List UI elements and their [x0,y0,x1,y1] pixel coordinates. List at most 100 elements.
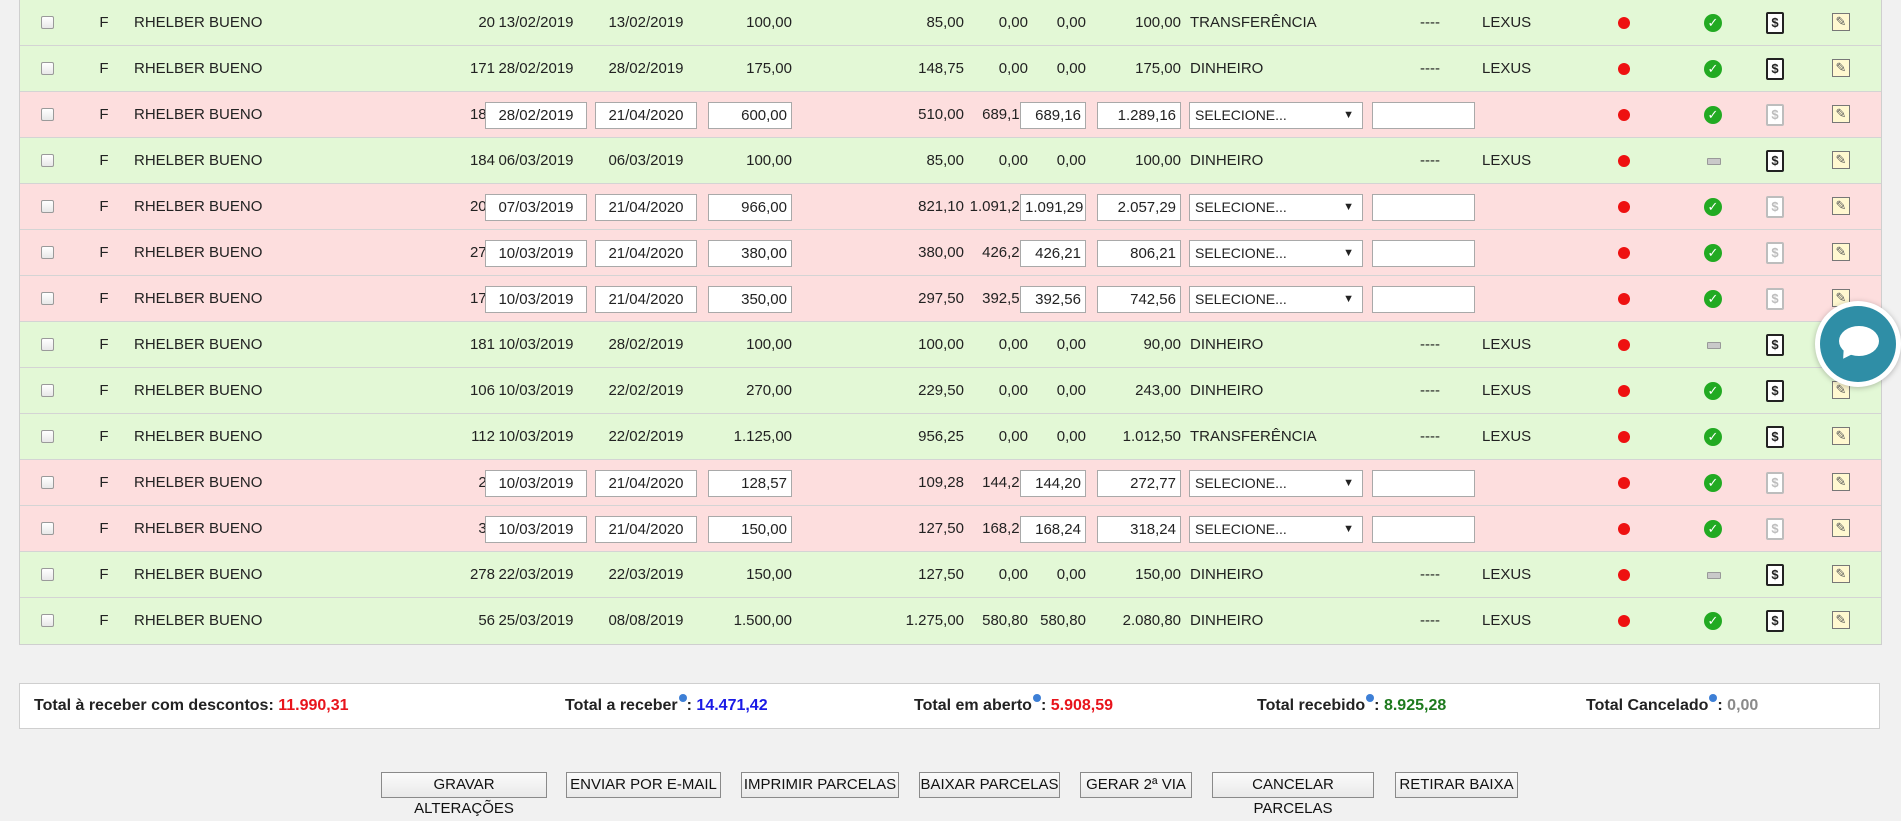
gravar-alteracoes-button[interactable]: GRAVAR ALTERAÇÕES [381,772,547,817]
help-icon[interactable] [1032,694,1041,702]
edit-icon[interactable]: ✎ [1832,59,1850,77]
green-check-icon[interactable]: ✓ [1704,60,1722,78]
money-receipt-icon[interactable]: $ [1766,564,1784,586]
row-checkbox[interactable] [41,16,54,29]
vencimento-input[interactable]: 21/04/2020 [595,516,697,543]
green-check-icon[interactable]: ✓ [1704,474,1722,492]
money-receipt-icon[interactable]: $ [1766,12,1784,34]
edit-icon[interactable]: ✎ [1832,565,1850,583]
emissao-input[interactable]: 10/03/2019 [485,516,587,543]
gerar-2a-via-button[interactable]: GERAR 2ª VIA [1080,772,1192,798]
row-checkbox[interactable] [41,522,54,535]
multa-input[interactable]: 144,20 [1020,470,1086,497]
emissao-input[interactable]: 10/03/2019 [485,286,587,313]
total-input[interactable]: 742,56 [1097,286,1181,313]
retirar-baixa-button[interactable]: RETIRAR BAIXA [1395,772,1518,798]
green-check-icon[interactable]: ✓ [1704,290,1722,308]
row-checkbox[interactable] [41,292,54,305]
edit-icon[interactable]: ✎ [1832,473,1850,491]
valor-input[interactable]: 600,00 [708,102,792,129]
row-checkbox[interactable] [41,476,54,489]
chat-widget-button[interactable] [1815,301,1901,387]
valor-input[interactable]: 380,00 [708,240,792,267]
obs-input[interactable] [1372,240,1475,267]
edit-icon[interactable]: ✎ [1832,13,1850,31]
emissao-input[interactable]: 10/03/2019 [485,470,587,497]
baixar-parcelas-button[interactable]: BAIXAR PARCELAS [919,772,1060,798]
total-input[interactable]: 1.289,16 [1097,102,1181,129]
green-check-icon[interactable]: ✓ [1704,198,1722,216]
money-receipt-icon[interactable]: $ [1766,518,1784,540]
vencimento-input[interactable]: 21/04/2020 [595,194,697,221]
multa-input[interactable]: 1.091,29 [1020,194,1086,221]
imprimir-parcelas-button[interactable]: IMPRIMIR PARCELAS [741,772,899,798]
edit-icon[interactable]: ✎ [1832,151,1850,169]
row-checkbox[interactable] [41,338,54,351]
minus-icon[interactable] [1707,158,1721,165]
multa-input[interactable]: 689,16 [1020,102,1086,129]
green-check-icon[interactable]: ✓ [1704,106,1722,124]
green-check-icon[interactable]: ✓ [1704,382,1722,400]
enviar-email-button[interactable]: ENVIAR POR E-MAIL [566,772,721,798]
valor-input[interactable]: 966,00 [708,194,792,221]
obs-input[interactable] [1372,286,1475,313]
total-input[interactable]: 806,21 [1097,240,1181,267]
money-receipt-icon[interactable]: $ [1766,610,1784,632]
help-icon[interactable] [1709,694,1718,702]
money-receipt-icon[interactable]: $ [1766,334,1784,356]
valor-input[interactable]: 150,00 [708,516,792,543]
obs-input[interactable] [1372,516,1475,543]
money-receipt-icon[interactable]: $ [1766,58,1784,80]
minus-icon[interactable] [1707,342,1721,349]
money-receipt-icon[interactable]: $ [1766,242,1784,264]
row-checkbox[interactable] [41,108,54,121]
help-icon[interactable] [1366,694,1375,702]
vencimento-input[interactable]: 21/04/2020 [595,286,697,313]
edit-icon[interactable]: ✎ [1832,197,1850,215]
green-check-icon[interactable]: ✓ [1704,14,1722,32]
forma-pagamento-select[interactable]: SELECIONE... ▼ [1189,286,1363,313]
edit-icon[interactable]: ✎ [1832,519,1850,537]
row-checkbox[interactable] [41,384,54,397]
obs-input[interactable] [1372,102,1475,129]
total-input[interactable]: 318,24 [1097,516,1181,543]
row-checkbox[interactable] [41,62,54,75]
green-check-icon[interactable]: ✓ [1704,520,1722,538]
valor-input[interactable]: 128,57 [708,470,792,497]
green-check-icon[interactable]: ✓ [1704,244,1722,262]
money-receipt-icon[interactable]: $ [1766,104,1784,126]
obs-input[interactable] [1372,194,1475,221]
emissao-input[interactable]: 28/02/2019 [485,102,587,129]
multa-input[interactable]: 426,21 [1020,240,1086,267]
emissao-input[interactable]: 10/03/2019 [485,240,587,267]
forma-pagamento-select[interactable]: SELECIONE... ▼ [1189,470,1363,497]
minus-icon[interactable] [1707,572,1721,579]
row-checkbox[interactable] [41,568,54,581]
total-input[interactable]: 272,77 [1097,470,1181,497]
edit-icon[interactable]: ✎ [1832,611,1850,629]
green-check-icon[interactable]: ✓ [1704,428,1722,446]
forma-pagamento-select[interactable]: SELECIONE... ▼ [1189,240,1363,267]
green-check-icon[interactable]: ✓ [1704,612,1722,630]
forma-pagamento-select[interactable]: SELECIONE... ▼ [1189,194,1363,221]
valor-input[interactable]: 350,00 [708,286,792,313]
edit-icon[interactable]: ✎ [1832,105,1850,123]
vencimento-input[interactable]: 21/04/2020 [595,470,697,497]
money-receipt-icon[interactable]: $ [1766,426,1784,448]
row-checkbox[interactable] [41,430,54,443]
cancelar-parcelas-button[interactable]: CANCELAR PARCELAS [1212,772,1374,817]
total-input[interactable]: 2.057,29 [1097,194,1181,221]
money-receipt-icon[interactable]: $ [1766,150,1784,172]
row-checkbox[interactable] [41,154,54,167]
row-checkbox[interactable] [41,614,54,627]
money-receipt-icon[interactable]: $ [1766,472,1784,494]
forma-pagamento-select[interactable]: SELECIONE... ▼ [1189,102,1363,129]
forma-pagamento-select[interactable]: SELECIONE... ▼ [1189,516,1363,543]
money-receipt-icon[interactable]: $ [1766,380,1784,402]
emissao-input[interactable]: 07/03/2019 [485,194,587,221]
money-receipt-icon[interactable]: $ [1766,196,1784,218]
row-checkbox[interactable] [41,246,54,259]
money-receipt-icon[interactable]: $ [1766,288,1784,310]
multa-input[interactable]: 168,24 [1020,516,1086,543]
help-icon[interactable] [678,694,687,702]
